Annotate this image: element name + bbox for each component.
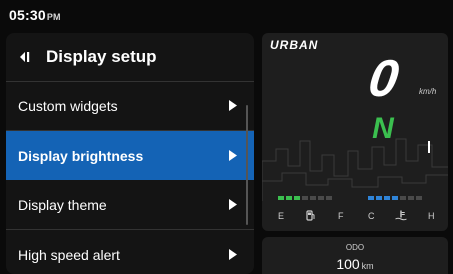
menu-item-label: High speed alert [18, 246, 120, 263]
clock-ampm: PM [46, 12, 61, 22]
tick-mark [428, 141, 430, 153]
menu-item-label: Display theme [18, 196, 107, 213]
menu-item-high-speed-alert[interactable]: High speed alert [6, 230, 254, 274]
temp-hot-label: H [428, 211, 435, 221]
temperature-gauge-segment [376, 196, 382, 200]
fuel-gauge-segment [318, 196, 324, 200]
coolant-temperature-icon [395, 210, 407, 221]
gear-indicator: N [372, 112, 395, 141]
fuel-gauge-segment [310, 196, 316, 200]
odo-unit: km [361, 261, 374, 271]
temperature-gauge-segment [368, 196, 374, 200]
fuel-empty-label: E [278, 211, 285, 221]
menu-title: Display setup [46, 47, 157, 66]
clock-time: 05:30 [9, 7, 46, 23]
chevron-right-icon [229, 249, 237, 260]
fuel-gauge-segment [302, 196, 308, 200]
odo-value-row: 100 km [262, 256, 448, 272]
dashboard-preview: URBAN 0 km/h N E F C H [262, 33, 448, 231]
menu-item-label: Custom widgets [18, 97, 118, 114]
menu-item-display-theme[interactable]: Display theme [6, 180, 254, 229]
chevron-right-icon [229, 150, 237, 161]
city-skyline-image [262, 138, 448, 201]
fuel-gauge-segment [286, 196, 292, 200]
ride-mode-label: URBAN [270, 38, 319, 52]
back-icon[interactable] [18, 49, 34, 65]
fuel-full-label: F [338, 211, 344, 221]
chevron-right-icon [229, 199, 237, 210]
fuel-pump-icon [306, 210, 315, 221]
speed-value: 0 [365, 55, 402, 99]
menu-item-label: Display brightness [18, 147, 144, 164]
chevron-right-icon [229, 100, 237, 111]
odo-label: ODO [345, 243, 365, 252]
fuel-gauge-segment [326, 196, 332, 200]
gear-value: N [372, 112, 395, 141]
status-bar: 05:30PM [0, 0, 453, 30]
speed-unit: km/h [419, 87, 437, 96]
temperature-gauge-segment [400, 196, 406, 200]
clock: 05:30PM [9, 7, 61, 23]
menu-item-display-brightness[interactable]: Display brightness [6, 131, 254, 180]
speed-readout: 0 [365, 55, 402, 99]
temperature-gauge-segment [392, 196, 398, 200]
temperature-gauge-segment [416, 196, 422, 200]
temp-cold-label: C [368, 211, 375, 221]
menu-item-custom-widgets[interactable]: Custom widgets [6, 81, 254, 130]
fuel-gauge-segment [294, 196, 300, 200]
menu-header: Display setup [6, 33, 254, 81]
temperature-gauge-segment [408, 196, 414, 200]
temperature-gauge-bars [368, 196, 422, 202]
temperature-gauge-segment [384, 196, 390, 200]
fuel-gauge-segment [278, 196, 284, 200]
odo-value: 100 [336, 256, 360, 272]
fuel-gauge-bars [278, 196, 332, 202]
scrollbar[interactable] [246, 105, 248, 225]
display-setup-menu: Display setup Custom widgets Display bri… [6, 33, 254, 274]
odometer-panel: ODO 100 km [262, 237, 448, 274]
